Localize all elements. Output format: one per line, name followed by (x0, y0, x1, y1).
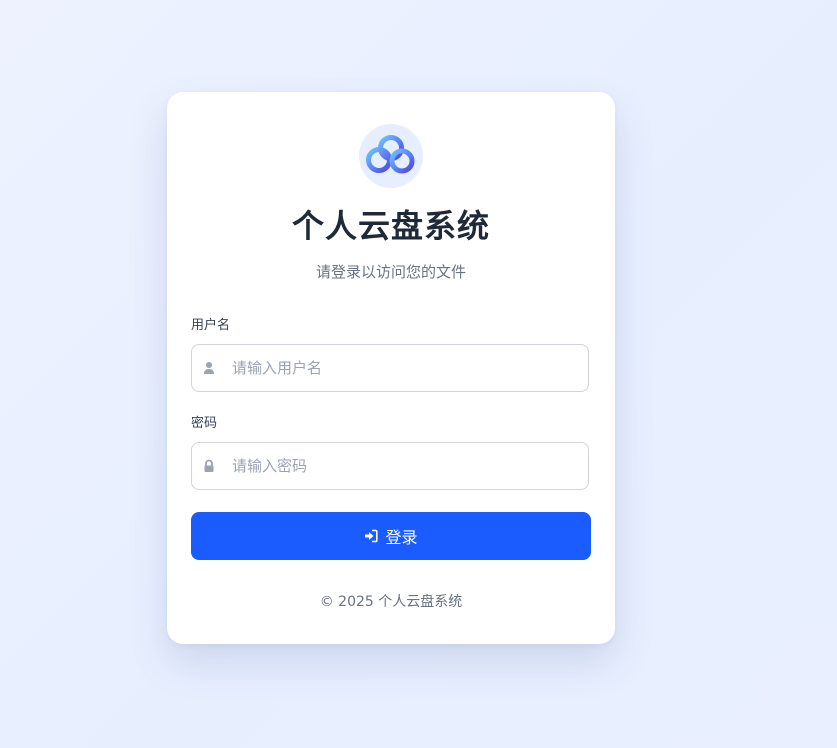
username-label: 用户名 (191, 318, 231, 333)
password-input[interactable] (232, 443, 572, 489)
logo (359, 124, 423, 188)
login-button-label: 登录 (385, 528, 418, 547)
lock-icon (204, 459, 214, 472)
password-field[interactable] (191, 442, 589, 490)
login-button[interactable]: 登录 (191, 512, 591, 560)
user-icon (204, 362, 214, 374)
login-card: 个人云盘系统 请登录以访问您的文件 用户名 密码 登录 © 2025 个人云盘系… (167, 92, 615, 644)
username-field[interactable] (191, 344, 589, 392)
footer-copyright: © 2025 个人云盘系统 (319, 594, 463, 610)
page-subtitle: 请登录以访问您的文件 (315, 263, 466, 281)
password-label: 密码 (191, 416, 218, 431)
cloud-logo-icon (366, 135, 415, 174)
page-title: 个人云盘系统 (291, 207, 490, 245)
sign-in-icon (365, 529, 379, 543)
username-input[interactable] (232, 345, 572, 391)
